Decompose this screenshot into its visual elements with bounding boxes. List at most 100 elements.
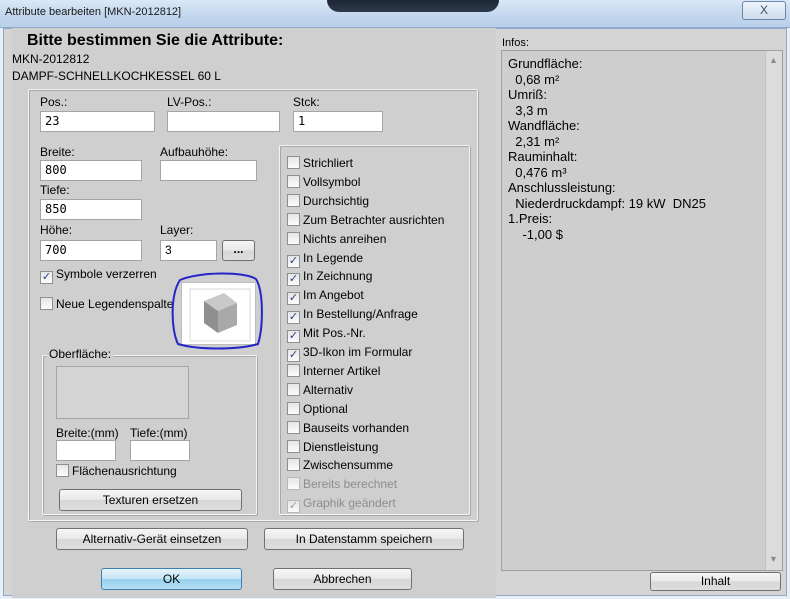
flag-checkbox[interactable]: Dienstleistung bbox=[287, 439, 378, 458]
flag-label: Nichts anreihen bbox=[303, 231, 387, 246]
oberflaeche-breite-input[interactable] bbox=[56, 440, 116, 461]
flag-checkbox[interactable]: ✓ In Zeichnung bbox=[287, 269, 372, 287]
alternativ-geraet-button[interactable]: Alternativ-Gerät einsetzen bbox=[56, 528, 248, 550]
flag-label: Vollsymbol bbox=[303, 174, 361, 189]
flag-checkbox[interactable]: Durchsichtig bbox=[287, 193, 370, 212]
layer-label: Layer: bbox=[160, 223, 194, 237]
checkbox-empty-icon bbox=[287, 439, 300, 453]
flag-checkbox[interactable]: ✓ In Bestellung/Anfrage bbox=[287, 307, 418, 325]
window-title: Attribute bearbeiten [MKN-2012812] bbox=[5, 6, 182, 18]
checkbox-empty-icon bbox=[287, 231, 300, 245]
check-icon: ✓ bbox=[40, 271, 53, 284]
flag-checkbox[interactable]: Zum Betrachter ausrichten bbox=[287, 212, 444, 231]
flag-checkbox[interactable]: Vollsymbol bbox=[287, 174, 361, 193]
oberflaeche-tiefe-label: Tiefe:(mm) bbox=[130, 426, 188, 440]
checkbox-empty-icon bbox=[287, 193, 300, 207]
title-bar: Attribute bearbeiten [MKN-2012812] X bbox=[0, 0, 790, 28]
checkbox-empty-icon bbox=[287, 458, 300, 472]
info-scrollbar[interactable]: ▲ ▼ bbox=[765, 51, 782, 570]
info-line: Niederdruckdampf: 19 kW DN25 bbox=[508, 195, 706, 211]
flaechenausrichtung-label: Flächenausrichtung bbox=[72, 464, 177, 478]
flaechenausrichtung-checkbox[interactable]: Flächenausrichtung bbox=[56, 464, 177, 478]
check-icon: ✓ bbox=[287, 292, 300, 306]
symbole-verzerren-label: Symbole verzerren bbox=[56, 267, 157, 281]
flag-label: Alternativ bbox=[303, 382, 354, 397]
info-line: Wandfläche: bbox=[508, 118, 580, 133]
flag-label: Bereits berechnet bbox=[303, 477, 398, 492]
ok-button[interactable]: OK bbox=[101, 568, 242, 590]
info-line: Umriß: bbox=[508, 87, 547, 102]
scroll-down-icon[interactable]: ▼ bbox=[769, 554, 778, 564]
article-name: DAMPF-SCHNELLKOCHKESSEL 60 L bbox=[12, 69, 221, 83]
checkbox-empty-icon bbox=[287, 401, 300, 415]
flag-checkbox: ✓ Graphik geändert bbox=[287, 496, 396, 514]
flag-label: Im Angebot bbox=[303, 288, 364, 303]
pos-label: Pos.: bbox=[40, 95, 68, 109]
flag-checkbox[interactable]: ✓ Mit Pos.-Nr. bbox=[287, 326, 366, 344]
checkbox-empty-icon bbox=[287, 212, 300, 226]
hoehe-input[interactable]: 700 bbox=[40, 240, 142, 261]
tiefe-input[interactable]: 850 bbox=[40, 199, 142, 220]
flag-label: In Bestellung/Anfrage bbox=[303, 307, 418, 322]
flag-checkbox[interactable]: Interner Artikel bbox=[287, 363, 380, 382]
lv-pos-label: LV-Pos.: bbox=[167, 95, 212, 109]
flag-label: Zwischensumme bbox=[303, 458, 394, 473]
check-icon: ✓ bbox=[287, 254, 300, 268]
info-line: 3,3 m bbox=[508, 102, 548, 118]
abbrechen-button[interactable]: Abbrechen bbox=[273, 568, 412, 590]
flag-checkbox[interactable]: ✓ In Legende bbox=[287, 251, 363, 269]
flag-label: Mit Pos.-Nr. bbox=[303, 326, 366, 341]
flag-checkbox[interactable]: ✓ 3D-Ikon im Formular bbox=[287, 345, 412, 363]
lv-pos-input[interactable] bbox=[167, 111, 280, 132]
stck-label: Stck: bbox=[293, 95, 320, 109]
flag-checkbox[interactable]: Zwischensumme bbox=[287, 458, 393, 476]
flag-checkbox[interactable]: Optional bbox=[287, 401, 348, 420]
stck-input[interactable]: 1 bbox=[293, 111, 383, 132]
oberflaeche-title: Oberfläche: bbox=[47, 347, 114, 361]
tiefe-label: Tiefe: bbox=[40, 183, 70, 197]
aufbauhoehe-label: Aufbauhöhe: bbox=[160, 145, 229, 159]
datenstamm-speichern-button[interactable]: In Datenstamm speichern bbox=[264, 528, 464, 550]
check-icon: ✓ bbox=[287, 330, 300, 344]
dialog-heading: Bitte bestimmen Sie die Attribute: bbox=[27, 32, 284, 49]
checkbox-empty-icon bbox=[40, 297, 53, 310]
check-icon: ✓ bbox=[287, 273, 300, 287]
flag-checkbox: Bereits berechnet bbox=[287, 477, 397, 495]
pos-input[interactable]: 23 bbox=[40, 111, 155, 132]
info-line: Grundfläche: bbox=[508, 56, 583, 71]
checkbox-empty-icon bbox=[287, 477, 300, 491]
close-button[interactable]: X bbox=[742, 1, 786, 20]
inhalt-button[interactable]: Inhalt bbox=[650, 572, 781, 591]
checkbox-empty-icon bbox=[287, 156, 300, 169]
hoehe-label: Höhe: bbox=[40, 223, 73, 237]
aufbauhoehe-input[interactable] bbox=[160, 160, 257, 181]
breite-input[interactable]: 800 bbox=[40, 160, 142, 181]
checkbox-empty-icon bbox=[56, 464, 69, 477]
symbole-verzerren-checkbox[interactable]: ✓ Symbole verzerren bbox=[40, 267, 157, 284]
title-bar-shadow bbox=[327, 0, 499, 12]
flag-label: Optional bbox=[303, 401, 348, 416]
info-title: Infos: bbox=[502, 37, 529, 49]
annotation-circle bbox=[171, 272, 263, 350]
breite-label: Breite: bbox=[40, 145, 75, 159]
flag-label: Graphik geändert bbox=[303, 496, 396, 511]
scroll-up-icon[interactable]: ▲ bbox=[769, 55, 778, 65]
check-icon: ✓ bbox=[287, 500, 300, 514]
flag-checkbox[interactable]: Alternativ bbox=[287, 382, 354, 401]
neue-legendenspalte-checkbox[interactable]: Neue Legendenspalte bbox=[40, 297, 173, 311]
checkbox-empty-icon bbox=[287, 174, 300, 188]
flag-checkbox[interactable]: ✓ Im Angebot bbox=[287, 288, 364, 306]
flag-checkbox[interactable]: Strichliert bbox=[287, 156, 353, 174]
flag-label: 3D-Ikon im Formular bbox=[303, 345, 413, 359]
flag-label: In Zeichnung bbox=[303, 269, 373, 284]
flag-label: Durchsichtig bbox=[303, 193, 370, 208]
check-icon: ✓ bbox=[287, 349, 300, 362]
flag-checkbox[interactable]: Nichts anreihen bbox=[287, 231, 387, 250]
article-number: MKN-2012812 bbox=[12, 52, 90, 66]
texturen-ersetzen-button[interactable]: Texturen ersetzen bbox=[59, 489, 242, 511]
oberflaeche-tiefe-input[interactable] bbox=[130, 440, 190, 461]
layer-input[interactable]: 3 bbox=[160, 240, 217, 261]
checkbox-empty-icon bbox=[287, 363, 300, 377]
flag-checkbox[interactable]: Bauseits vorhanden bbox=[287, 420, 409, 439]
layer-browse-button[interactable]: ... bbox=[222, 240, 255, 261]
